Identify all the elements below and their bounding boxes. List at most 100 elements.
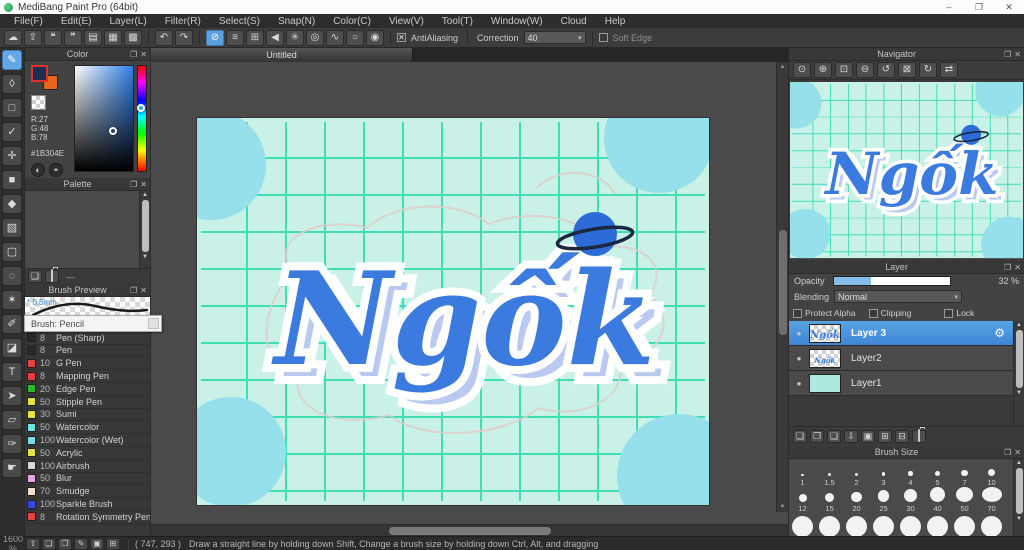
menu-item[interactable]: View(V) xyxy=(380,16,433,27)
layer-row[interactable]: ● Ngốk Layer1 ⚙ xyxy=(789,371,1013,396)
parallel-snap-button[interactable]: ≡ xyxy=(226,29,244,46)
brush-item[interactable]: 8 Rotation Symmetry Pen ⚙ xyxy=(25,511,150,524)
upload-button[interactable]: ⇧ xyxy=(24,29,42,46)
brush-item[interactable]: 100 Sparkle Brush ⚙ xyxy=(25,498,150,511)
nav-flip-button[interactable]: ⇄ xyxy=(940,62,958,78)
new-8bit-layer-button[interactable]: ❐ xyxy=(810,430,824,443)
canvas-vertical-scrollbar[interactable]: ▲ ▼ xyxy=(776,62,788,512)
lock-checkbox[interactable]: x xyxy=(944,308,954,318)
brush-item[interactable]: 50 Stipple Pen ⚙ xyxy=(25,396,150,409)
scroll-down-icon[interactable]: ▼ xyxy=(1016,515,1022,523)
menu-item[interactable]: Color(C) xyxy=(324,16,380,27)
tool-bucket[interactable]: ◆ xyxy=(2,194,22,214)
tool-select[interactable]: ▢ xyxy=(2,242,22,262)
scroll-up-icon[interactable]: ▲ xyxy=(142,191,148,199)
brush-item[interactable]: 8 Mapping Pen ⚙ xyxy=(25,370,150,383)
float-panel-icon[interactable]: ❐ xyxy=(1004,448,1011,457)
menu-item[interactable]: Cloud xyxy=(552,16,596,27)
scroll-thumb[interactable] xyxy=(779,230,787,335)
brush-item[interactable]: 50 Acrylic ⚙ xyxy=(25,447,150,460)
redo-button[interactable]: ↷ xyxy=(175,29,193,46)
menu-item[interactable]: Help xyxy=(596,16,635,27)
layer-visibility-icon[interactable]: ● xyxy=(789,379,809,388)
scroll-thumb[interactable] xyxy=(389,527,551,535)
chat-button[interactable]: ❞ xyxy=(64,29,82,46)
brush-item[interactable]: 10 G Pen ⚙ xyxy=(25,357,150,371)
tool-text[interactable]: T xyxy=(2,362,22,382)
scroll-up-icon[interactable]: ▲ xyxy=(1016,321,1022,329)
color-mode-button[interactable]: ◓ xyxy=(49,163,63,177)
snap-settings-button[interactable]: ◉ xyxy=(366,29,384,46)
tool-brush[interactable]: ✎ xyxy=(2,50,22,70)
scroll-up-icon[interactable]: ▲ xyxy=(1016,459,1022,467)
delete-palette-color-button[interactable] xyxy=(45,269,59,283)
duplicate-brush-button[interactable]: ⊞ xyxy=(106,537,120,550)
tool-operation[interactable]: ➤ xyxy=(2,386,22,406)
undo-button[interactable]: ↶ xyxy=(155,29,173,46)
brush-size-cell[interactable] xyxy=(816,513,843,536)
menu-item[interactable]: Filter(R) xyxy=(156,16,210,27)
tool-lasso[interactable]: ◌ xyxy=(2,266,22,286)
brush-size-cell[interactable]: 5 xyxy=(924,461,951,487)
brush-size-cell[interactable]: 4 xyxy=(897,461,924,487)
document-tab[interactable]: Untitled xyxy=(151,48,413,62)
canvas-artwork[interactable]: Ngốk Ngốk xyxy=(197,118,709,505)
brush-item[interactable]: 30 Sumi ⚙ xyxy=(25,409,150,422)
layer-row[interactable]: ● Ngốk Layer 3 ⚙ xyxy=(789,321,1013,346)
brush-item[interactable]: 20 Edge Pen ⚙ xyxy=(25,383,150,396)
nav-fit-screen-button[interactable]: ⊡ xyxy=(835,62,853,78)
brush-size-cell[interactable]: 70 xyxy=(978,487,1005,513)
sv-picker-marker[interactable] xyxy=(108,126,117,135)
float-panel-icon[interactable]: ❐ xyxy=(130,50,137,59)
scroll-down-icon[interactable]: ▼ xyxy=(142,253,148,261)
brush-size-cell[interactable] xyxy=(978,513,1005,536)
tool-select-pen[interactable]: ✐ xyxy=(2,314,22,334)
foreground-color-swatch[interactable] xyxy=(31,65,48,82)
brush-size-scrollbar[interactable]: ▲ ▼ xyxy=(1013,459,1024,536)
canvas-horizontal-scrollbar[interactable] xyxy=(151,524,788,536)
nav-zoom-in-button[interactable]: ⊕ xyxy=(814,62,832,78)
minimize-button[interactable]: – xyxy=(934,2,964,13)
tool-gradient[interactable]: ▧ xyxy=(2,218,22,238)
brush-size-cell[interactable]: 40 xyxy=(924,487,951,513)
duplicate-layer-button[interactable]: ⊞ xyxy=(878,430,892,443)
menu-item[interactable]: Select(S) xyxy=(210,16,269,27)
vanishing-point-snap-button[interactable]: ◀ xyxy=(266,29,284,46)
scroll-thumb[interactable] xyxy=(141,200,149,252)
brush-size-cell[interactable]: 12 xyxy=(789,487,816,513)
brush-size-cell[interactable]: 10 xyxy=(978,461,1005,487)
soft-edge-checkbox[interactable]: x xyxy=(598,33,608,42)
scroll-thumb[interactable] xyxy=(1015,468,1023,514)
brush-item[interactable]: 100 Airbrush ⚙ xyxy=(25,460,150,473)
new-brush-menu-button[interactable]: ❐ xyxy=(58,537,72,550)
brush-size-cell[interactable]: 50 xyxy=(951,487,978,513)
close-panel-icon[interactable]: ✕ xyxy=(1014,263,1021,272)
layer-settings-gear-icon[interactable]: ⚙ xyxy=(994,326,1005,340)
brush-size-cell[interactable] xyxy=(897,513,924,536)
brush-item[interactable]: 8 Pen (Sharp) ⚙ xyxy=(25,332,150,345)
clipping-checkbox[interactable]: x xyxy=(868,308,878,318)
navigator-thumbnail[interactable]: Ngốk Ngốk xyxy=(789,80,1024,261)
brush-size-cell[interactable]: 15 xyxy=(816,487,843,513)
menu-item[interactable]: Layer(L) xyxy=(100,16,155,27)
scroll-thumb[interactable] xyxy=(1015,330,1023,388)
close-panel-icon[interactable]: ✕ xyxy=(140,50,147,59)
cross-snap-button[interactable]: ⊞ xyxy=(246,29,264,46)
nav-zoom-out-button[interactable]: ⊖ xyxy=(856,62,874,78)
float-panel-icon[interactable]: ❐ xyxy=(1004,263,1011,272)
nav-reset-view-button[interactable]: ⊠ xyxy=(898,62,916,78)
close-panel-icon[interactable]: ✕ xyxy=(1014,448,1021,457)
menu-item[interactable]: Window(W) xyxy=(482,16,552,27)
new-1bit-layer-button[interactable]: ❑ xyxy=(827,430,841,443)
brush-item[interactable]: 8 Pen ⚙ xyxy=(25,345,150,358)
tool-dot-pen[interactable]: ✓ xyxy=(2,122,22,142)
brush-size-cell[interactable]: 7 xyxy=(951,461,978,487)
ellipse-snap-button[interactable]: ○ xyxy=(346,29,364,46)
upload-brush-button[interactable]: ⇧ xyxy=(26,537,40,550)
scroll-down-icon[interactable]: ▼ xyxy=(777,502,788,512)
brush-item[interactable]: 70 Smudge ⚙ xyxy=(25,485,150,499)
close-panel-icon[interactable]: ✕ xyxy=(1014,50,1021,59)
layer-folder-button[interactable]: ▣ xyxy=(861,430,875,443)
delete-layer-button[interactable] xyxy=(912,429,926,443)
brush-size-cell[interactable]: 20 xyxy=(843,487,870,513)
